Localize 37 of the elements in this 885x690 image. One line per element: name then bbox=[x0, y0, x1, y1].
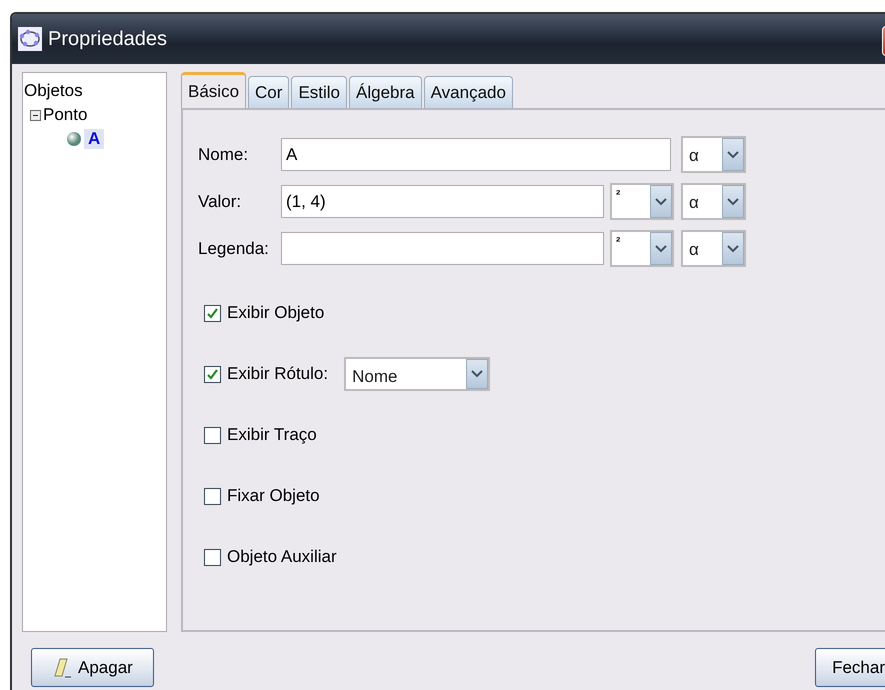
input-field[interactable] bbox=[281, 232, 604, 265]
tab[interactable]: Cor bbox=[248, 76, 290, 108]
checkbox[interactable] bbox=[204, 366, 221, 382]
input-field[interactable]: (1, 4) bbox=[281, 185, 604, 218]
format-select[interactable]: ² bbox=[610, 183, 674, 220]
checkbox[interactable] bbox=[204, 488, 221, 504]
option-label: Objeto Auxiliar bbox=[227, 547, 337, 567]
collapse-icon[interactable] bbox=[30, 110, 41, 120]
checkbox[interactable] bbox=[204, 304, 221, 322]
option-label: Exibir Rótulo: bbox=[227, 364, 328, 384]
option-label: Exibir Traço bbox=[227, 425, 317, 445]
eraser-icon bbox=[52, 656, 74, 678]
option-label: Exibir Objeto bbox=[227, 303, 324, 323]
window-title: Propriedades bbox=[48, 28, 167, 50]
checkbox[interactable] bbox=[204, 548, 221, 566]
label-select[interactable]: Nome bbox=[344, 357, 490, 391]
symbol-select[interactable]: α bbox=[681, 136, 746, 173]
symbol-select[interactable]: α bbox=[681, 230, 746, 267]
checkbox[interactable] bbox=[204, 426, 221, 444]
tab[interactable]: Estilo bbox=[291, 76, 348, 108]
option-label: Fixar Objeto bbox=[227, 486, 320, 506]
tab[interactable]: Álgebra bbox=[349, 76, 422, 108]
sphere-icon bbox=[66, 131, 82, 147]
tab[interactable]: Avançado bbox=[424, 76, 513, 108]
app-icon bbox=[18, 27, 42, 51]
format-select[interactable]: ² bbox=[610, 230, 674, 267]
field-label: Nome: bbox=[198, 144, 250, 164]
tree-item[interactable]: Objetos bbox=[24, 81, 83, 101]
input-field[interactable]: A bbox=[281, 138, 671, 171]
field-label: Legenda: bbox=[198, 238, 270, 258]
field-label: Valor: bbox=[198, 192, 242, 212]
dialog-button[interactable]: Fechar bbox=[815, 648, 885, 687]
tree-item[interactable]: A bbox=[84, 129, 104, 149]
tree-item[interactable]: Ponto bbox=[43, 105, 88, 125]
tab[interactable]: Básico bbox=[181, 72, 246, 108]
dialog-button[interactable]: Apagar bbox=[31, 648, 154, 687]
symbol-select[interactable]: α bbox=[681, 183, 746, 220]
